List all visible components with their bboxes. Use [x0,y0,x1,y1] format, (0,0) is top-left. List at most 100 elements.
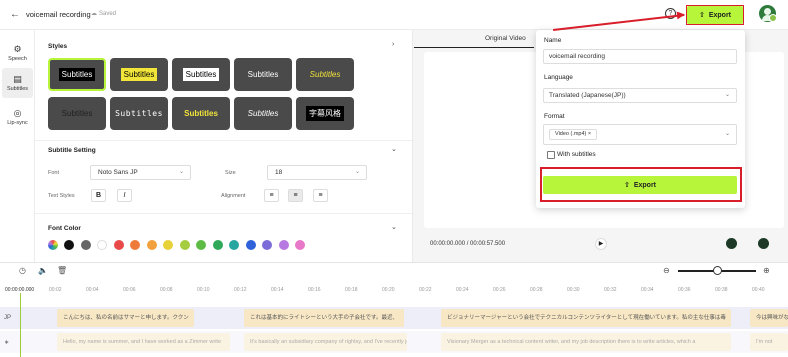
style-tile-3-text: Subtitles [182,68,220,81]
zoom-slider-handle[interactable] [713,266,722,275]
tick-label: 00:02 [49,287,62,293]
en-segment[interactable]: I'm not [750,333,788,351]
style-tile-5[interactable]: Subtitles [296,58,354,91]
tick-label: 00:06 [123,287,136,293]
chevron-down-icon: ⌄ [178,169,184,175]
color-swatch[interactable] [147,240,157,250]
color-swatch[interactable] [229,240,239,250]
with-subtitles-checkbox[interactable] [547,151,555,159]
style-tile-5-text: Subtitles [309,70,341,79]
name-input[interactable]: voicemail recording [543,49,737,64]
close-icon[interactable]: × [588,131,591,137]
tab-underline [414,47,534,48]
color-swatch[interactable] [279,240,289,250]
color-swatch[interactable] [64,240,74,250]
style-tile-4-text: Subtitles [247,70,279,79]
zoom-in-icon[interactable]: ⊕ [763,266,770,275]
avatar-head [764,8,771,15]
nav-item-speech[interactable]: ⚙ Speech [2,38,33,68]
lip-sync-icon: ◎ [13,107,22,118]
fullscreen-icon[interactable] [758,238,769,249]
style-tile-6[interactable]: Subtitles [48,97,106,130]
color-swatch[interactable] [114,240,124,250]
style-tile-2[interactable]: Subtitles [110,58,168,91]
jp-track-label: JP [4,315,12,321]
en-segment[interactable]: Hello, my name is summer, and I have wor… [57,333,230,351]
color-swatch[interactable] [97,240,107,250]
bold-button[interactable]: B [91,189,106,202]
trash-icon[interactable]: 🗑 [57,266,67,275]
en-segment[interactable]: It's basically an subsidiary company of … [244,333,407,351]
zoom-out-icon[interactable]: ⊖ [663,266,670,275]
jp-segment[interactable]: これは基本的にライトシーという大手の子会社です。最近、 [244,309,404,327]
color-swatch[interactable] [81,240,91,250]
tick-label: 00:16 [308,287,321,293]
styles-title: Styles [48,43,68,50]
style-tile-6-text: Subtitles [61,109,93,118]
highlight-box-export [540,167,742,202]
style-tile-10[interactable]: 字幕风格 [296,97,354,130]
color-swatch[interactable] [246,240,256,250]
tick-label: 00:28 [530,287,543,293]
play-icon[interactable]: ▶ [595,238,607,250]
italic-button[interactable]: I [117,189,132,202]
size-select[interactable]: 18 ⌄ [267,165,367,180]
back-arrow-icon[interactable]: ← [10,9,20,20]
avatar-body [762,15,773,21]
chevron-down-icon[interactable]: ⌄ [391,145,397,153]
align-left-button[interactable]: ≡ [264,189,279,202]
style-tile-4[interactable]: Subtitles [234,58,292,91]
language-select[interactable]: Translated (Japanese(JP)) ⌄ [543,88,737,103]
tick-label: 00:40 [752,287,765,293]
style-tile-7-text: Subtitles [115,109,163,118]
saved-status: ☁ Saved [91,10,116,18]
tick-label: 00:36 [678,287,691,293]
font-select[interactable]: Noto Sans JP ⌄ [90,165,191,180]
volume-icon[interactable]: 🔈 [38,266,48,275]
color-swatch[interactable] [163,240,173,250]
en-segment[interactable]: Visionary Merger as a technical content … [441,333,731,351]
timecode: 00:00:00.000 / 00:00:57.500 [430,241,506,247]
style-tile-9[interactable]: Subtitles [234,97,292,130]
jp-segment[interactable]: こんにちは、私の名前はサマーと申します。ククン [57,309,194,327]
color-swatch[interactable] [180,240,190,250]
style-tile-8[interactable]: Subtitles [172,97,230,130]
playhead[interactable] [20,293,21,357]
style-tile-7[interactable]: Subtitles [110,97,168,130]
nav-item-lip-sync[interactable]: ◎ Lip-sync [2,102,33,132]
styles-panel: Styles › Subtitles Subtitles Subtitles S… [35,30,412,262]
tick-label: 00:26 [493,287,506,293]
color-swatch[interactable] [196,240,206,250]
format-chip[interactable]: Video (.mp4) × [549,129,598,140]
chevron-down-icon[interactable]: ⌄ [391,223,397,231]
language-value: Translated (Japanese(JP)) [549,92,626,99]
tick-label: 00:20 [382,287,395,293]
color-picker-swatch[interactable] [48,240,58,250]
color-swatch[interactable] [130,240,140,250]
color-swatch[interactable] [213,240,223,250]
speed-icon[interactable]: ◷ [19,266,26,275]
jp-segment[interactable]: ビジョナリーマージャーという会社でテクニカルコンテンツライターとして現在働いてい… [441,309,731,327]
format-select[interactable]: Video (.mp4) × ⌄ [543,124,737,145]
subtitle-toggle-icon[interactable] [726,238,737,249]
color-swatch[interactable] [262,240,272,250]
project-title[interactable]: voicemail recording [26,10,91,19]
tick-label: 00:32 [604,287,617,293]
tick-label: 00:04 [86,287,99,293]
chevron-right-icon[interactable]: › [392,41,394,48]
size-label: Size [225,170,236,176]
tick-label: 00:14 [271,287,284,293]
format-label: Format [544,113,565,120]
tick-label: 00:12 [234,287,247,293]
avatar[interactable] [759,5,777,22]
jp-segment[interactable]: 今は興味がな [750,309,788,327]
color-swatch[interactable] [295,240,305,250]
nav-item-subtitles[interactable]: ▤ Subtitles [2,68,33,98]
tick-label: 00:18 [345,287,358,293]
language-label: Language [544,74,573,81]
align-center-button[interactable]: ≡ [288,189,303,202]
style-tile-3[interactable]: Subtitles [172,58,230,91]
style-tile-1[interactable]: Subtitles [48,58,106,91]
tab-original-video[interactable]: Original Video [485,35,526,42]
align-right-button[interactable]: ≡ [313,189,328,202]
